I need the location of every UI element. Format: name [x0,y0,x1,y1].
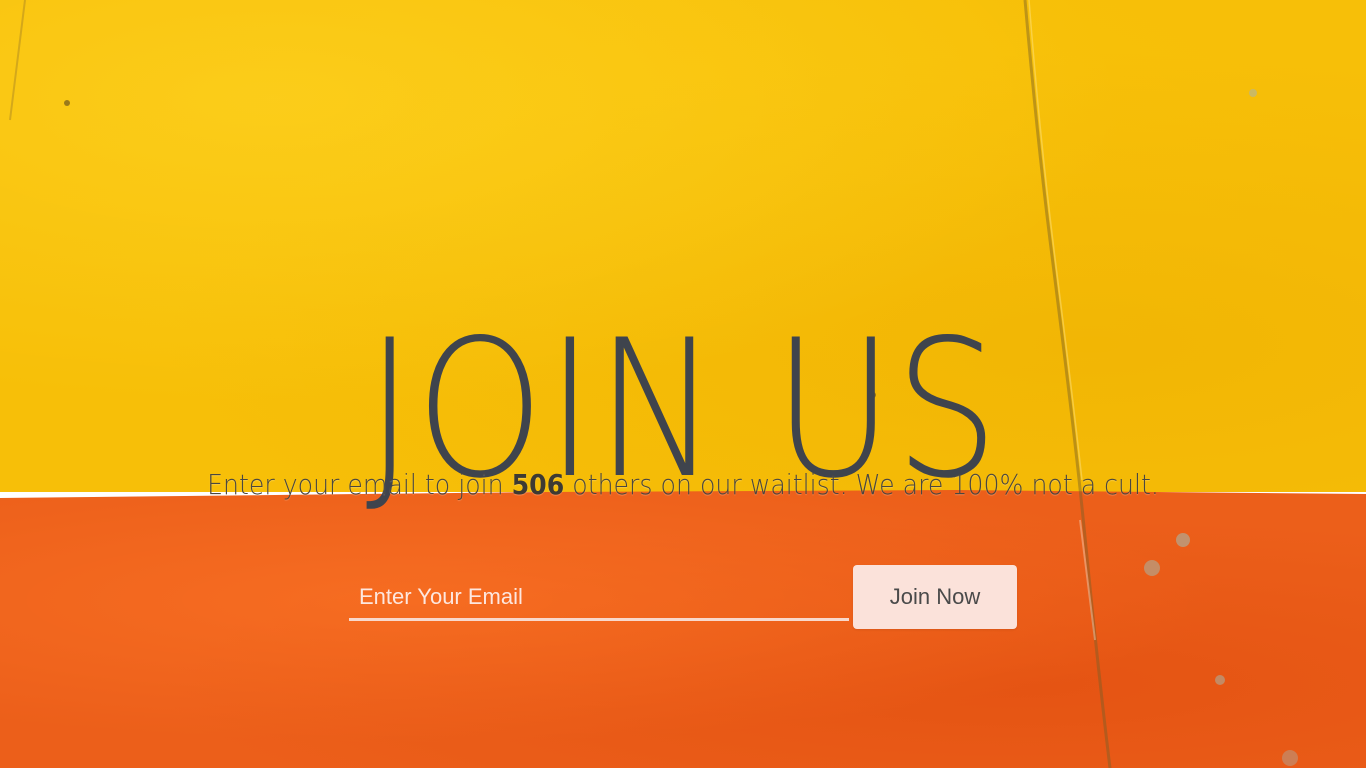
subtitle-prefix: Enter your email to join [207,468,504,501]
waitlist-count: 506 [511,468,565,501]
signup-form: Join Now [349,565,1017,629]
waitlist-description: Enter your email to join 506 others on o… [68,466,1297,504]
join-now-button[interactable]: Join Now [853,565,1017,629]
subtitle-suffix: others on our waitlist. We are 100% not … [572,468,1159,501]
email-input[interactable] [349,575,849,621]
